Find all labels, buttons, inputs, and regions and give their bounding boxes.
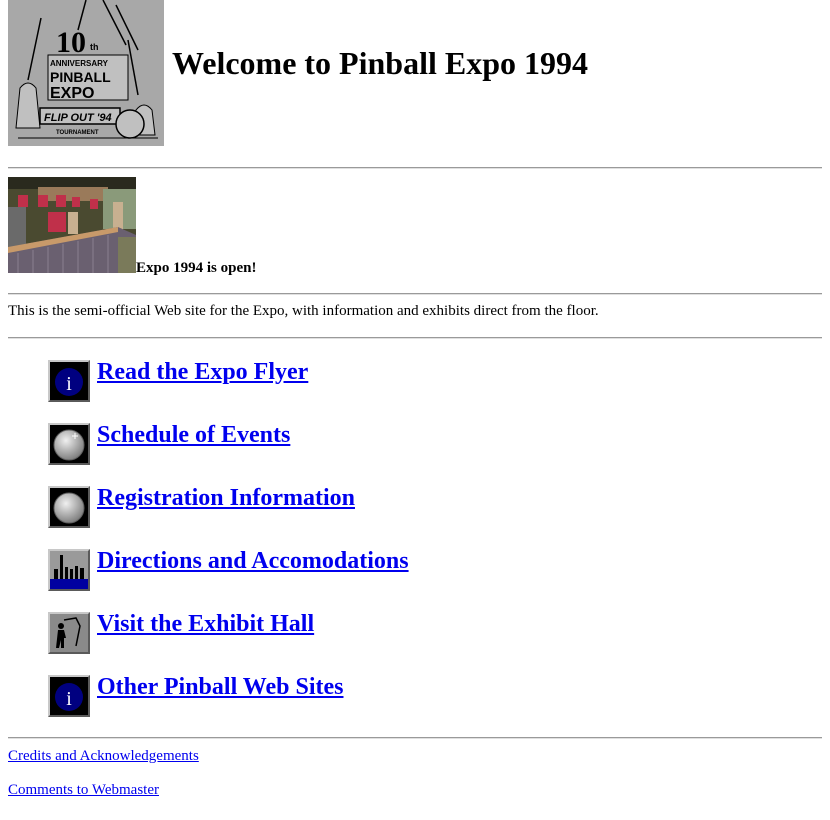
directions-link[interactable]: Directions and Accomodations [97, 547, 409, 575]
divider [8, 737, 822, 739]
expo-flyer-link[interactable]: Read the Expo Flyer [97, 358, 308, 386]
divider [8, 167, 822, 169]
pinball-player-icon[interactable] [48, 612, 90, 654]
header: 10 th ANNIVERSARY PINBALL EXPO FLIP OUT … [8, 0, 822, 146]
svg-text:i: i [66, 373, 72, 395]
registration-link[interactable]: Registration Information [97, 484, 355, 512]
svg-text:EXPO: EXPO [50, 85, 94, 102]
info-icon[interactable]: i [48, 360, 90, 402]
other-sites-link[interactable]: Other Pinball Web Sites [97, 673, 343, 701]
svg-text:PINBALL: PINBALL [50, 69, 111, 85]
expo-banner: Expo 1994 is open! [8, 177, 257, 276]
city-skyline-icon[interactable] [48, 549, 90, 591]
pinball-icon[interactable] [48, 486, 90, 528]
svg-text:ANNIVERSARY: ANNIVERSARY [50, 59, 109, 68]
menu-item-expo-flyer[interactable]: i Read the Expo Flyer [48, 358, 409, 421]
svg-text:TOURNAMENT: TOURNAMENT [56, 130, 99, 136]
svg-text:10: 10 [56, 26, 86, 59]
main-menu: i Read the Expo Flyer Schedule of Events… [48, 358, 409, 736]
page: 10 th ANNIVERSARY PINBALL EXPO FLIP OUT … [8, 0, 822, 798]
menu-item-registration[interactable]: Registration Information [48, 484, 409, 547]
menu-item-directions[interactable]: Directions and Accomodations [48, 547, 409, 610]
comments-link[interactable]: Comments to Webmaster [8, 782, 159, 799]
schedule-link[interactable]: Schedule of Events [97, 421, 290, 449]
menu-item-schedule[interactable]: Schedule of Events [48, 421, 409, 484]
svg-text:th: th [90, 42, 99, 52]
menu-item-other-sites[interactable]: i Other Pinball Web Sites [48, 673, 409, 736]
info-icon[interactable]: i [48, 675, 90, 717]
svg-text:FLIP OUT '94: FLIP OUT '94 [44, 112, 112, 124]
expo-floor-photo [8, 177, 136, 273]
exhibit-hall-link[interactable]: Visit the Exhibit Hall [97, 610, 314, 638]
pinball-icon[interactable] [48, 423, 90, 465]
divider [8, 293, 822, 295]
expo-open-caption: Expo 1994 is open! [136, 260, 257, 276]
menu-item-exhibit-hall[interactable]: Visit the Exhibit Hall [48, 610, 409, 673]
pinball-expo-logo: 10 th ANNIVERSARY PINBALL EXPO FLIP OUT … [8, 0, 164, 146]
svg-text:i: i [66, 688, 72, 710]
intro-text: This is the semi-official Web site for t… [8, 303, 599, 319]
credits-link[interactable]: Credits and Acknowledgements [8, 748, 199, 765]
divider [8, 337, 822, 339]
page-title: Welcome to Pinball Expo 1994 [172, 44, 588, 81]
